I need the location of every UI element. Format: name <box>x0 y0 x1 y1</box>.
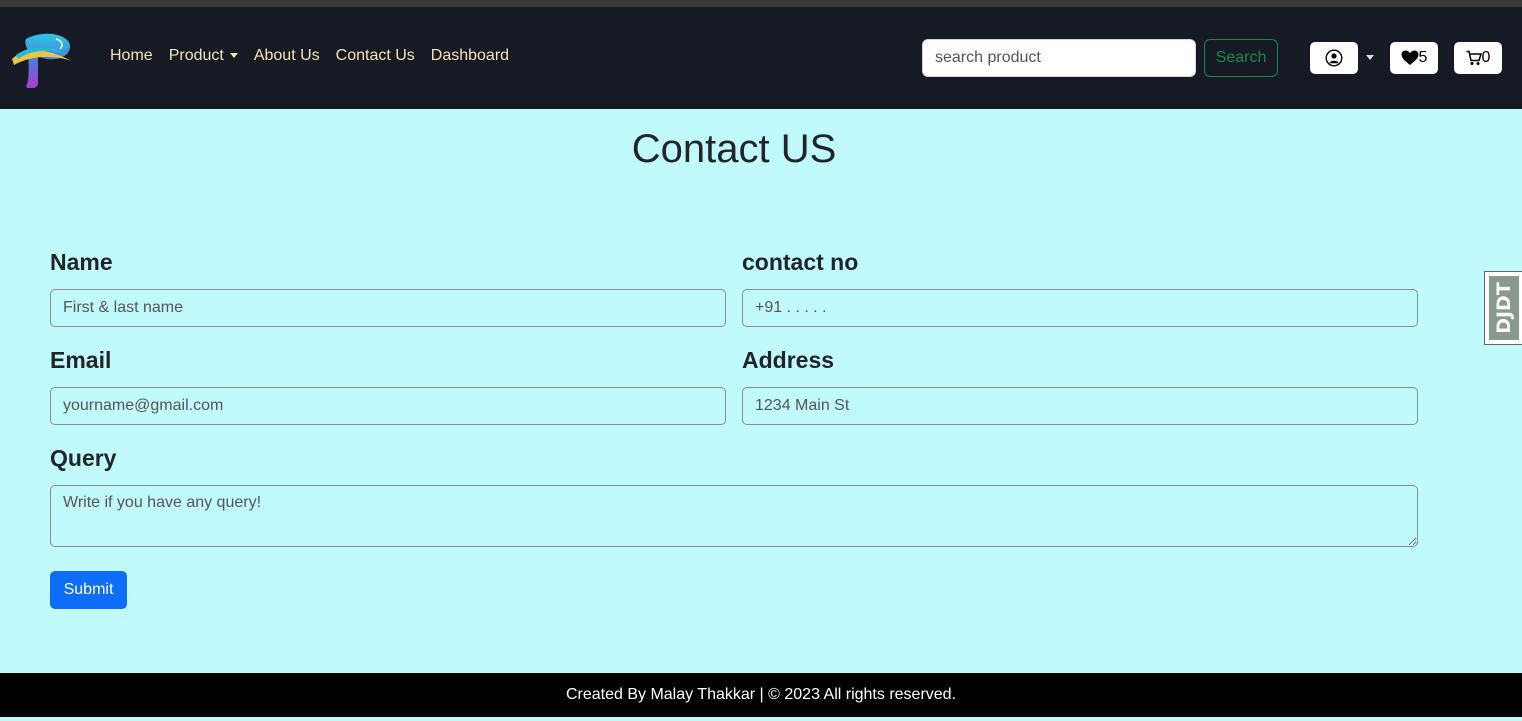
browser-top-strip <box>0 0 1522 7</box>
nav-dashboard[interactable]: Dashboard <box>431 47 509 65</box>
nav-product-dropdown[interactable]: Product <box>169 47 238 65</box>
query-textarea[interactable] <box>50 485 1418 547</box>
heart-icon <box>1401 50 1419 65</box>
name-label: Name <box>50 249 113 275</box>
debug-toolbar-label: DJDT <box>1493 282 1516 334</box>
cart-icon <box>1466 50 1482 65</box>
nav-about-us[interactable]: About Us <box>254 47 320 65</box>
submit-button[interactable]: Submit <box>50 571 127 609</box>
logo-p-icon[interactable] <box>10 27 74 89</box>
contact-no-input[interactable] <box>742 289 1418 327</box>
page-title: Contact US <box>631 127 837 171</box>
nav-product-label: Product <box>168 47 224 64</box>
user-circle-icon <box>1325 49 1343 67</box>
user-menu-button[interactable] <box>1310 42 1358 74</box>
search-input[interactable] <box>922 39 1196 77</box>
query-label: Query <box>50 445 117 471</box>
nav-links: Home Product About Us Contact Us Dashboa… <box>110 47 525 65</box>
cart-count: 0 <box>1481 49 1491 66</box>
navbar: Home Product About Us Contact Us Dashboa… <box>0 7 1522 109</box>
debug-toolbar-tab: DJDT <box>1489 276 1519 340</box>
address-input[interactable] <box>742 387 1418 425</box>
user-menu-chevron-down-icon[interactable] <box>1366 55 1374 60</box>
name-input[interactable] <box>50 289 726 327</box>
bottom-strip <box>0 717 1522 721</box>
wishlist-count: 5 <box>1418 49 1428 66</box>
address-label: Address <box>742 347 835 373</box>
contact-no-label: contact no <box>742 249 859 275</box>
email-input[interactable] <box>50 387 726 425</box>
chevron-down-icon <box>229 53 238 59</box>
nav-home[interactable]: Home <box>110 47 153 65</box>
contact-page: Contact US Name contact no Email Address… <box>0 109 1522 673</box>
email-label: Email <box>50 347 112 373</box>
footer: Created By Malay Thakkar | © 2023 All ri… <box>0 673 1522 717</box>
search-button[interactable]: Search <box>1204 39 1278 77</box>
wishlist-button[interactable]: 5 <box>1390 42 1438 74</box>
nav-contact-us[interactable]: Contact Us <box>336 47 415 65</box>
cart-button[interactable]: 0 <box>1454 42 1502 74</box>
debug-toolbar-handle[interactable]: DJDT <box>1484 271 1522 345</box>
footer-text: Created By Malay Thakkar | © 2023 All ri… <box>565 686 957 703</box>
